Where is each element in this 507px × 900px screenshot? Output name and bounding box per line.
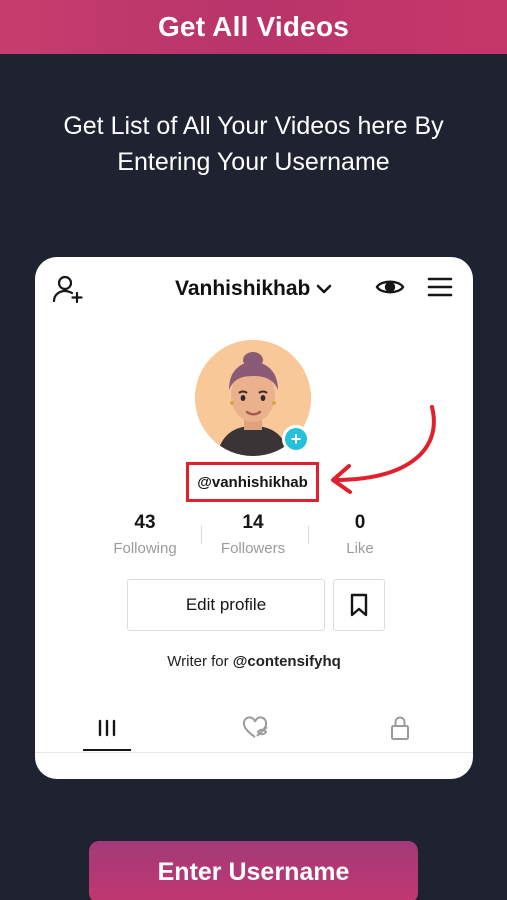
stat-following-value: 43 — [134, 512, 156, 533]
bookmark-button — [333, 579, 385, 631]
tab-private — [375, 713, 425, 743]
profile-username-dropdown: Vanhishikhab — [175, 277, 334, 301]
enter-username-button[interactable]: Enter Username — [89, 841, 418, 900]
tab-liked — [230, 713, 280, 743]
stat-likes-label: Like — [346, 540, 374, 557]
stat-divider — [308, 526, 309, 544]
profile-bio: Writer for @contensifyhq — [35, 653, 473, 670]
username-highlight-box: @vanhishikhab — [186, 462, 319, 502]
stat-likes: 0 Like — [310, 512, 410, 557]
eye-icon — [375, 280, 405, 294]
hamburger-menu-icon — [427, 277, 453, 297]
instruction-line-1: Get List of All Your Videos here By — [63, 112, 444, 140]
instruction-text: Get List of All Your Videos here By Ente… — [0, 108, 507, 180]
red-pointer-arrow-icon — [331, 405, 436, 494]
profile-example-card: Vanhishikhab + @vanhishikhab 43 Followin… — [35, 257, 473, 779]
add-avatar-plus-badge: + — [282, 425, 310, 453]
bookmark-icon — [350, 593, 368, 617]
stat-following-label: Following — [113, 540, 177, 557]
stat-followers: 14 Followers — [203, 512, 303, 557]
stat-followers-value: 14 — [242, 512, 264, 533]
stat-followers-label: Followers — [220, 540, 286, 557]
chevron-down-icon — [317, 284, 332, 294]
profile-header: Vanhishikhab — [35, 257, 473, 321]
videos-grid-icon — [98, 719, 116, 737]
top-banner: Get All Videos — [0, 0, 507, 54]
profile-display-name: Vanhishikhab — [175, 277, 311, 300]
bio-text: Writer for — [167, 653, 233, 670]
lock-icon — [391, 716, 409, 740]
tab-active-underline — [83, 749, 131, 751]
page-title: Get All Videos — [157, 11, 350, 42]
stat-following: 43 Following — [95, 512, 195, 557]
profile-stats: 43 Following 14 Followers 0 Like — [105, 512, 435, 562]
add-user-icon — [52, 275, 83, 304]
tab-videos — [82, 713, 132, 743]
stat-divider — [201, 526, 202, 544]
profile-tabs — [35, 707, 473, 753]
profile-handle: @vanhishikhab — [197, 473, 308, 491]
instruction-line-2: Entering Your Username — [117, 148, 390, 176]
stat-likes-value: 0 — [354, 512, 366, 533]
bio-mention: @contensifyhq — [232, 653, 341, 670]
edit-profile-button: Edit profile — [127, 579, 325, 631]
hidden-heart-icon — [242, 716, 268, 738]
